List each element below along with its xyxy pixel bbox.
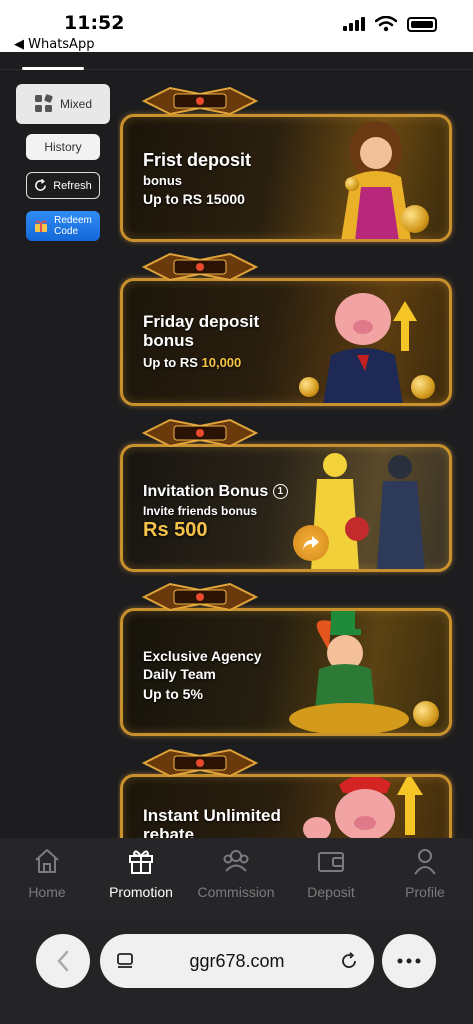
mixed-label: Mixed (59, 97, 92, 111)
gift-icon (129, 850, 153, 874)
more-dots-icon (397, 958, 421, 964)
brand-crest-logo (140, 580, 260, 614)
top-tabs (0, 52, 473, 70)
brand-crest-logo (140, 84, 260, 118)
banner-amount-value: 10,000 (201, 355, 242, 370)
banner-title: Invitation Bonus 1 (143, 483, 288, 501)
chevron-left-icon (57, 950, 69, 972)
promo-banner-invitation-bonus[interactable]: Invitation Bonus 1 Invite friends bonus … (120, 444, 452, 572)
nav-deposit[interactable]: Deposit (284, 846, 378, 900)
redeem-label: Redeem Code (54, 215, 92, 237)
refresh-icon (35, 179, 47, 191)
coin-decoration (345, 177, 359, 191)
redeem-label-line1: Redeem (54, 215, 92, 226)
nav-commission[interactable]: Commission (189, 846, 283, 900)
person-icon (414, 849, 436, 875)
nav-promotion-label: Promotion (109, 884, 173, 900)
signal-icon (343, 17, 365, 31)
back-to-whatsapp-link[interactable]: ◀ WhatsApp (14, 37, 94, 52)
banner-subtitle: bonus (143, 173, 182, 188)
redeem-code-button[interactable]: Redeem Code (26, 211, 100, 241)
nav-profile[interactable]: Profile (378, 846, 472, 900)
banner-amount-prefix: Up to RS (143, 355, 202, 370)
coin-decoration (401, 205, 429, 233)
banner-amount: Up to RS 10,000 (143, 355, 241, 370)
banner-title: Frist deposit (143, 150, 252, 170)
promo-banner-exclusive-agency[interactable]: Exclusive Agency Daily Team Up to 5% (120, 608, 452, 736)
wifi-icon (375, 16, 397, 32)
mixed-button[interactable]: Mixed (16, 84, 110, 124)
promo-banner-first-deposit[interactable]: Frist deposit bonus Up to RS 15000 (120, 114, 452, 242)
coin-decoration (411, 375, 435, 399)
redeem-label-line2: Code (54, 226, 78, 237)
people-icon (223, 850, 249, 872)
nav-profile-label: Profile (405, 884, 445, 900)
history-button[interactable]: History (26, 134, 100, 160)
nav-promotion[interactable]: Promotion (94, 846, 188, 900)
brand-crest-logo (140, 746, 260, 780)
battery-icon (407, 16, 437, 32)
banner-amount: Up to 5% (143, 686, 203, 702)
share-arrow-icon[interactable] (293, 525, 329, 561)
banner-title-text: Invitation Bonus (143, 483, 269, 500)
brand-crest-logo (140, 250, 260, 284)
status-bar: 11:52 ◀ WhatsApp (0, 0, 473, 52)
banner-amount: Rs 500 (143, 519, 208, 541)
banner-title-line2: rebate (143, 825, 195, 838)
banner-title: Friday deposit (143, 312, 260, 331)
refresh-button[interactable]: Refresh (26, 172, 100, 199)
banner-title: Instant Unlimited (143, 806, 281, 825)
promo-banner-friday-deposit[interactable]: Friday deposit bonus Up to RS 10,000 (120, 278, 452, 406)
banner-title: Exclusive Agency (143, 648, 262, 664)
promo-banner-instant-rebate[interactable]: Instant Unlimited rebate (120, 774, 452, 838)
nav-home[interactable]: Home (0, 846, 94, 900)
nav-commission-label: Commission (197, 884, 275, 900)
leprechaun-illustration (289, 611, 409, 733)
pig-character-illustration (303, 777, 423, 838)
url-text: ggr678.com (189, 950, 285, 971)
promotion-list: Frist deposit bonus Up to RS 15000 Frida… (118, 70, 458, 838)
category-sidebar: Mixed History Refresh Redeem Code (0, 70, 118, 840)
banner-subtitle: Invite friends bonus (143, 504, 258, 518)
status-icons (343, 16, 437, 32)
banner-title-line2: bonus (143, 331, 194, 350)
reload-icon[interactable] (340, 952, 358, 970)
gift-box-icon (35, 220, 48, 232)
grid-icon (34, 94, 53, 112)
home-icon (35, 849, 59, 873)
coin-decoration (299, 377, 319, 397)
coin-decoration (413, 701, 439, 727)
history-label: History (44, 140, 82, 154)
nav-deposit-label: Deposit (307, 884, 355, 900)
wallet-icon (318, 852, 344, 872)
status-time: 11:52 (64, 12, 125, 34)
refresh-label: Refresh (53, 179, 92, 192)
address-bar[interactable]: ggr678.com (100, 934, 374, 988)
banner-title-line2: Daily Team (143, 666, 216, 682)
browser-back-button[interactable] (36, 934, 90, 988)
browser-toolbar: ggr678.com (0, 918, 473, 1024)
pig-character-illustration (323, 293, 417, 403)
banner-amount: Up to RS 15000 (143, 191, 245, 207)
nav-home-label: Home (28, 884, 66, 900)
bottom-nav: Home Promotion Commission Deposit Profil… (0, 838, 473, 918)
browser-more-button[interactable] (382, 934, 436, 988)
brand-crest-logo (140, 416, 260, 450)
